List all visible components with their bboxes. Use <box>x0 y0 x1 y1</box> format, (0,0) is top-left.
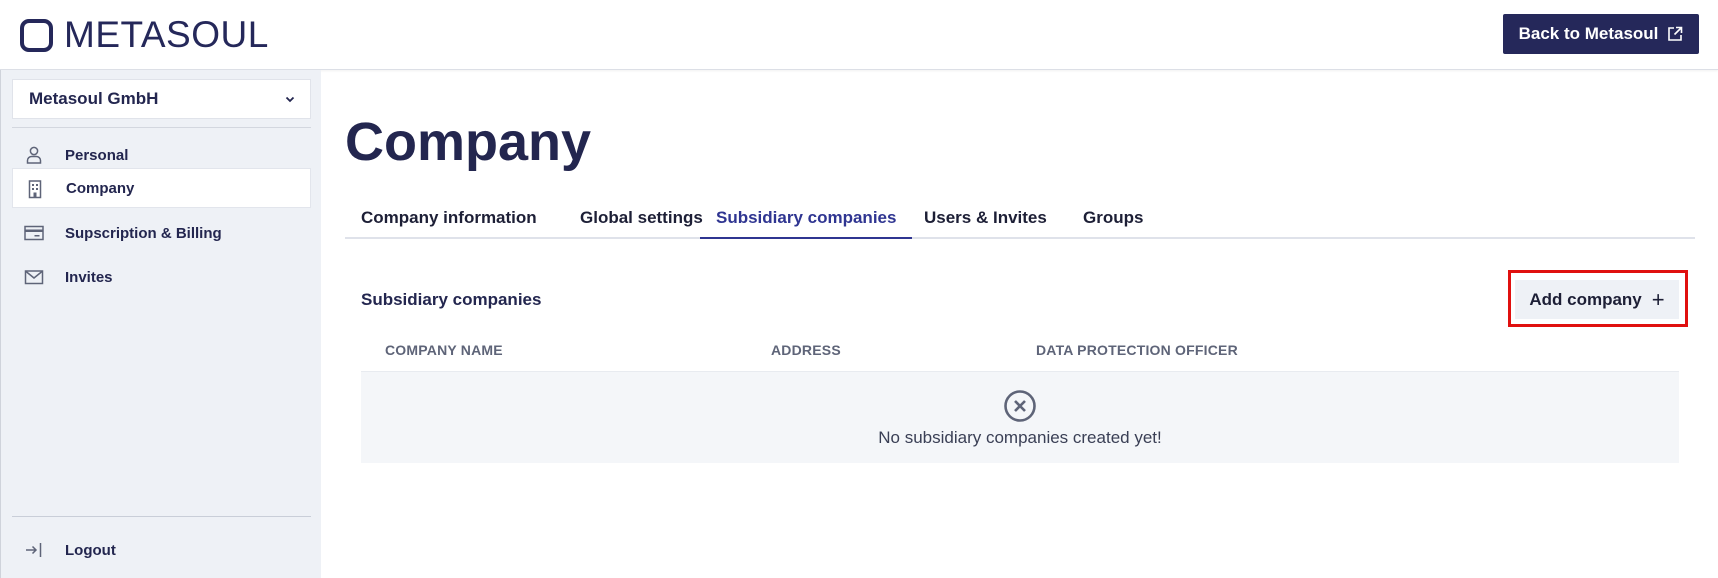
metasoul-logo[interactable]: METASOUL <box>20 16 269 54</box>
add-company-button[interactable]: Add company + <box>1515 280 1679 319</box>
sidebar-item-subscription-billing[interactable]: Supscription & Billing <box>12 213 311 253</box>
logout-button[interactable]: Logout <box>12 530 311 570</box>
page-title: Company <box>345 112 592 172</box>
company-select[interactable]: Metasoul GmbH <box>12 79 311 119</box>
tab-groups[interactable]: Groups <box>1067 202 1159 239</box>
column-header-data-protection-officer: DATA PROTECTION OFFICER <box>1036 342 1238 358</box>
logo-mark-icon <box>20 18 53 52</box>
sidebar-item-label: Company <box>66 179 135 197</box>
logout-divider <box>12 516 311 517</box>
close-circle-icon <box>1004 390 1036 422</box>
company-select-value: Metasoul GmbH <box>29 89 159 108</box>
top-header: METASOUL Back to Metasoul <box>0 0 1718 70</box>
column-header-address: ADDRESS <box>771 342 841 358</box>
tab-company-information[interactable]: Company information <box>345 202 553 239</box>
sidebar-item-company[interactable]: Company <box>12 168 311 208</box>
external-link-icon <box>1668 26 1683 41</box>
envelope-icon <box>24 270 44 285</box>
credit-card-icon <box>24 225 44 241</box>
person-icon <box>26 146 42 164</box>
logo-text: METASOUL <box>64 14 269 55</box>
chevron-down-icon <box>285 96 295 103</box>
building-icon <box>28 180 42 199</box>
section-title: Subsidiary companies <box>361 290 542 309</box>
back-to-metasoul-button[interactable]: Back to Metasoul <box>1503 14 1699 54</box>
logout-label: Logout <box>65 541 116 559</box>
sidebar-item-invites[interactable]: Invites <box>12 257 311 297</box>
back-button-label: Back to Metasoul <box>1518 24 1659 43</box>
sidebar: Metasoul GmbH Personal Company Supscript <box>0 70 321 578</box>
tab-global-settings[interactable]: Global settings <box>564 202 719 239</box>
empty-message: No subsidiary companies created yet! <box>878 428 1162 447</box>
column-header-company-name: COMPANY NAME <box>385 342 503 358</box>
tab-bar: Company information Global settings Subs… <box>345 202 1695 239</box>
plus-icon: + <box>1651 286 1665 312</box>
tab-users-invites[interactable]: Users & Invites <box>908 202 1063 239</box>
sidebar-item-label: Invites <box>65 268 113 286</box>
sidebar-item-label: Supscription & Billing <box>65 224 222 242</box>
empty-state: No subsidiary companies created yet! <box>361 371 1679 463</box>
add-company-label: Add company <box>1529 289 1642 309</box>
logout-icon <box>26 543 42 557</box>
sidebar-item-label: Personal <box>65 146 129 164</box>
table-header: COMPANY NAME ADDRESS DATA PROTECTION OFF… <box>361 335 1679 371</box>
sidebar-divider <box>12 127 311 128</box>
tab-subsidiary-companies[interactable]: Subsidiary companies <box>700 202 913 239</box>
